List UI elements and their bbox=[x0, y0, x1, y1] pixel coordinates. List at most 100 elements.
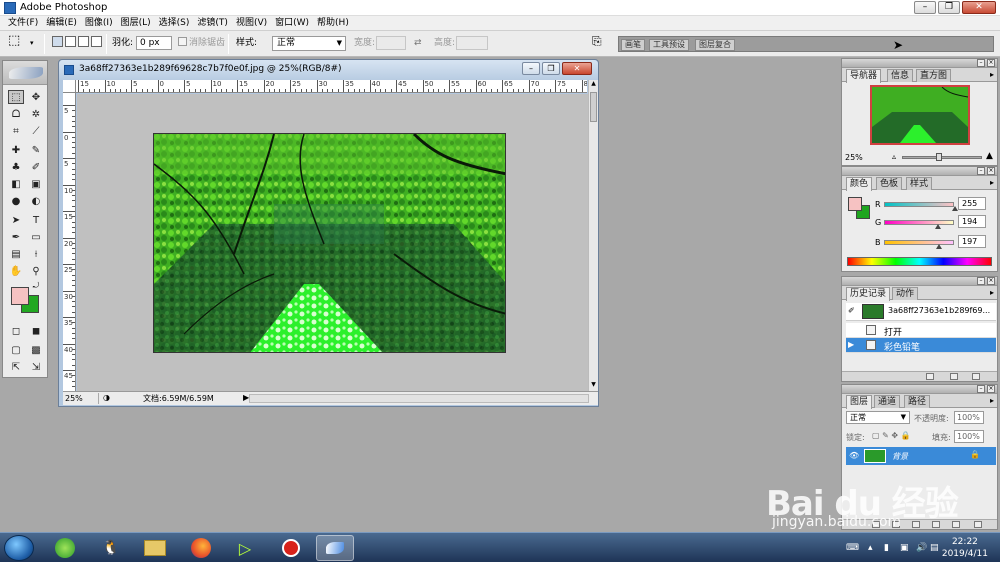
imageready-icon[interactable]: ⇲ bbox=[28, 360, 44, 374]
history-snapshot[interactable]: ✐ 3a68ff27363e1b289f69... bbox=[846, 303, 996, 321]
taskbar-explorer-icon[interactable] bbox=[136, 535, 174, 561]
history-brush-icon[interactable]: ✐ bbox=[848, 306, 855, 315]
zoom-out-icon[interactable]: ▵ bbox=[892, 152, 896, 161]
tab-navigator[interactable]: 导航器 bbox=[846, 69, 882, 83]
pen-tool-icon[interactable]: ✒ bbox=[8, 230, 24, 244]
slider-knob[interactable] bbox=[935, 244, 942, 249]
zoom-in-icon[interactable]: ▲ bbox=[986, 151, 993, 161]
marquee-tool-icon[interactable]: ⬚ bbox=[8, 90, 24, 104]
well-tab-tool-presets[interactable]: 工具预设 bbox=[649, 39, 689, 51]
doc-close-button[interactable]: ✕ bbox=[562, 62, 592, 75]
standard-mode-icon[interactable]: ◻ bbox=[8, 324, 24, 338]
intersect-selection-icon[interactable] bbox=[91, 36, 102, 47]
tray-usb-icon[interactable]: ▮ bbox=[884, 543, 889, 553]
scroll-thumb[interactable] bbox=[590, 92, 597, 122]
horizontal-ruler[interactable]: 1510505101520253035404550556065707580 bbox=[76, 80, 587, 93]
channel-g-slider[interactable] bbox=[884, 220, 954, 229]
tab-channels[interactable]: 通道 bbox=[874, 395, 901, 408]
scroll-up-icon[interactable]: ▲ bbox=[589, 80, 598, 90]
close-button[interactable]: ✕ bbox=[962, 1, 996, 14]
panel-menu-icon[interactable]: ▸ bbox=[990, 70, 994, 79]
jump-to-imageready-icon[interactable]: ⇱ bbox=[8, 360, 24, 374]
well-tab-brushes[interactable]: 画笔 bbox=[621, 39, 645, 51]
color-spectrum-bar[interactable] bbox=[847, 257, 992, 266]
blend-mode-select[interactable]: 正常 ▼ bbox=[846, 411, 910, 424]
panel-minimize-icon[interactable]: – bbox=[977, 167, 985, 175]
channel-b-input[interactable]: 197 bbox=[958, 235, 986, 248]
doc-maximize-button[interactable]: ❐ bbox=[542, 62, 560, 75]
path-selection-tool-icon[interactable]: ➤ bbox=[8, 213, 24, 227]
tool-preset-dropdown-icon[interactable]: ▾ bbox=[30, 36, 34, 50]
full-screen-mode-icon[interactable]: ▩ bbox=[28, 343, 44, 357]
type-tool-icon[interactable]: T bbox=[28, 213, 44, 227]
taskbar-recorder-icon[interactable] bbox=[272, 535, 310, 561]
quick-mask-icon[interactable]: ◼ bbox=[28, 324, 44, 338]
foreground-color-swatch[interactable] bbox=[11, 287, 29, 305]
feather-input[interactable]: 0 px bbox=[136, 36, 172, 50]
marquee-tool-icon[interactable]: ⬚ bbox=[8, 34, 20, 48]
crop-tool-icon[interactable]: ⌗ bbox=[8, 124, 24, 138]
panel-header[interactable]: – × bbox=[842, 277, 997, 286]
slice-tool-icon[interactable]: ⟋ bbox=[28, 124, 44, 138]
menu-edit[interactable]: 编辑(E) bbox=[42, 16, 81, 30]
tab-history[interactable]: 历史记录 bbox=[846, 287, 891, 301]
panel-menu-icon[interactable]: ▸ bbox=[990, 288, 994, 297]
swap-dimensions-icon[interactable]: ⇄ bbox=[414, 36, 422, 50]
menu-layer[interactable]: 图层(L) bbox=[117, 16, 155, 30]
zoom-tool-icon[interactable]: ⚲ bbox=[28, 264, 44, 278]
move-tool-icon[interactable]: ✥ bbox=[28, 90, 44, 104]
brush-tool-icon[interactable]: ✎ bbox=[28, 143, 44, 157]
blur-tool-icon[interactable]: ● bbox=[8, 194, 24, 208]
tray-input-icon[interactable]: ▤ bbox=[930, 543, 939, 553]
panel-header[interactable]: – × bbox=[842, 167, 997, 176]
history-item-open[interactable]: 打开 bbox=[846, 323, 996, 338]
channel-r-slider[interactable] bbox=[884, 202, 958, 211]
history-brush-tool-icon[interactable]: ✐ bbox=[28, 160, 44, 174]
new-document-from-state-icon[interactable] bbox=[926, 373, 934, 380]
panel-minimize-icon[interactable]: – bbox=[977, 385, 985, 393]
navigator-zoom-slider[interactable] bbox=[902, 153, 982, 161]
navigator-preview[interactable] bbox=[870, 85, 970, 145]
antialias-checkbox[interactable] bbox=[178, 37, 187, 46]
panel-close-icon[interactable]: × bbox=[987, 277, 995, 285]
tab-swatches[interactable]: 色板 bbox=[876, 177, 903, 190]
file-browser-icon[interactable]: ⎘ bbox=[592, 34, 602, 48]
panel-minimize-icon[interactable]: – bbox=[977, 277, 985, 285]
taskbar-video-player-icon[interactable]: ▷ bbox=[226, 535, 264, 561]
panel-menu-icon[interactable]: ▸ bbox=[990, 396, 994, 405]
new-selection-icon[interactable] bbox=[52, 36, 63, 47]
hand-tool-icon[interactable]: ✋ bbox=[8, 264, 24, 278]
document-title-bar[interactable]: 3a68ff27363e1b289f69628c7b7f0e0f.jpg @ 2… bbox=[59, 60, 598, 80]
trash-icon[interactable] bbox=[974, 521, 982, 528]
menu-view[interactable]: 视图(V) bbox=[232, 16, 271, 30]
panel-menu-icon[interactable]: ▸ bbox=[990, 178, 994, 187]
tray-volume-icon[interactable]: 🔊 bbox=[916, 543, 927, 553]
channel-r-input[interactable]: 255 bbox=[958, 197, 986, 210]
start-button[interactable] bbox=[4, 535, 34, 561]
system-clock[interactable]: 22:22 2019/4/11 bbox=[942, 536, 988, 560]
tab-layers[interactable]: 图层 bbox=[846, 395, 873, 409]
channel-g-input[interactable]: 194 bbox=[958, 215, 986, 228]
taskbar-photoshop-icon[interactable] bbox=[316, 535, 354, 561]
menu-window[interactable]: 窗口(W) bbox=[271, 16, 313, 30]
taskbar-firefox-icon[interactable] bbox=[182, 535, 220, 561]
menu-help[interactable]: 帮助(H) bbox=[313, 16, 353, 30]
channel-b-slider[interactable] bbox=[884, 240, 954, 249]
panel-foreground-swatch[interactable] bbox=[848, 197, 862, 211]
opacity-input[interactable]: 100% bbox=[954, 411, 984, 424]
menu-select[interactable]: 选择(S) bbox=[155, 16, 194, 30]
panel-close-icon[interactable]: × bbox=[987, 167, 995, 175]
healing-brush-tool-icon[interactable]: ✚ bbox=[8, 143, 24, 157]
magic-wand-tool-icon[interactable]: ✲ bbox=[28, 107, 44, 121]
panel-minimize-icon[interactable]: – bbox=[977, 59, 985, 67]
panel-header[interactable]: – × bbox=[842, 385, 997, 394]
clone-stamp-tool-icon[interactable]: ♣ bbox=[8, 160, 24, 174]
height-input[interactable] bbox=[456, 36, 488, 50]
eye-icon[interactable]: 👁 bbox=[849, 451, 859, 460]
panel-close-icon[interactable]: × bbox=[987, 385, 995, 393]
history-item-colored-pencil[interactable]: ▶ 彩色铅笔 bbox=[846, 338, 996, 353]
zoom-level[interactable]: 25% bbox=[65, 393, 99, 404]
tray-network-icon[interactable]: ▣ bbox=[900, 543, 909, 553]
tab-histogram[interactable]: 直方图 bbox=[916, 69, 952, 82]
maximize-button[interactable]: ❐ bbox=[938, 1, 960, 14]
